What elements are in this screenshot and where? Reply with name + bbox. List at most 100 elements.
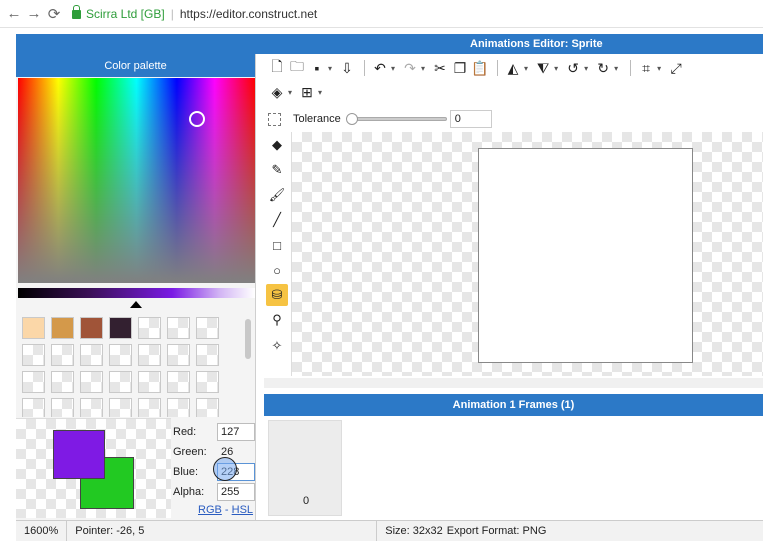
flip-h-dropdown-icon[interactable]: ▾ [524, 64, 528, 73]
empty-swatch[interactable] [167, 398, 190, 417]
empty-swatch[interactable] [138, 398, 161, 417]
empty-swatch[interactable] [138, 317, 161, 339]
import-icon[interactable]: ⇩ [338, 58, 356, 78]
empty-swatch[interactable] [138, 371, 161, 393]
tolerance-slider[interactable] [345, 113, 447, 125]
flip-vertical-icon[interactable]: ⧨ [534, 58, 552, 78]
empty-swatch[interactable] [109, 344, 132, 366]
redo-icon[interactable]: ↷ [401, 58, 419, 78]
palette-swatch[interactable] [51, 317, 74, 339]
crop-dropdown-icon[interactable]: ▾ [657, 64, 661, 73]
empty-swatch[interactable] [196, 371, 219, 393]
secondary-toolbar: ◈ ▾ ⊞ ▾ [264, 80, 384, 104]
pencil-icon[interactable]: ✎ [266, 159, 288, 181]
empty-swatch[interactable] [196, 317, 219, 339]
grid-icon[interactable]: ⊞ [298, 82, 316, 102]
empty-swatch[interactable] [80, 371, 103, 393]
color-spectrum[interactable] [18, 78, 255, 283]
rotate-cw-dropdown-icon[interactable]: ▾ [614, 64, 618, 73]
new-file-icon[interactable]: 🗋 [268, 58, 286, 78]
empty-swatch[interactable] [51, 344, 74, 366]
sprite-canvas[interactable] [478, 148, 693, 363]
color-picker-handle[interactable] [189, 111, 205, 127]
red-input[interactable]: 127 [217, 423, 255, 441]
canvas-area[interactable] [291, 132, 763, 376]
crop-icon[interactable]: ⌗ [637, 58, 655, 78]
empty-swatch[interactable] [196, 398, 219, 417]
export-format: Export Format: PNG [446, 525, 547, 537]
ellipse-icon[interactable]: ○ [266, 259, 288, 281]
copy-icon[interactable]: ❐ [451, 58, 469, 78]
site-identity: Scirra Ltd [GB] [86, 6, 165, 21]
palette-swatch[interactable] [22, 317, 45, 339]
green-label: Green: [173, 446, 207, 458]
open-folder-icon[interactable]: 🗀 [288, 58, 306, 78]
layers-dropdown-icon[interactable]: ▾ [288, 88, 292, 97]
empty-swatch[interactable] [22, 371, 45, 393]
rotate-cw-icon[interactable]: ↻ [594, 58, 612, 78]
flip-v-dropdown-icon[interactable]: ▾ [554, 64, 558, 73]
empty-swatch[interactable] [51, 398, 74, 417]
swatch-scrollbar[interactable] [245, 319, 251, 359]
brush-icon[interactable]: 🖌 [266, 184, 288, 206]
empty-swatch[interactable] [167, 317, 190, 339]
undo-icon[interactable]: ↶ [371, 58, 389, 78]
palette-swatch[interactable] [109, 317, 132, 339]
alpha-input[interactable]: 255 [217, 483, 255, 501]
reload-icon[interactable]: ⟳ [44, 4, 64, 24]
brightness-caret-icon[interactable] [130, 301, 142, 308]
rotate-ccw-dropdown-icon[interactable]: ▾ [584, 64, 588, 73]
canvas-horizontal-scrollbar[interactable] [264, 378, 763, 388]
save-dropdown-icon[interactable]: ▾ [328, 64, 332, 73]
empty-swatch[interactable] [80, 398, 103, 417]
line-icon[interactable]: ╱ [266, 209, 288, 231]
grid-dropdown-icon[interactable]: ▾ [318, 88, 322, 97]
hsl-mode-link[interactable]: HSL [232, 504, 253, 516]
frames-header: Animation 1 Frames (1) [264, 394, 763, 416]
undo-dropdown-icon[interactable]: ▾ [391, 64, 395, 73]
cut-icon[interactable]: ✂ [431, 58, 449, 78]
fill-bucket-icon[interactable]: ⛁ [266, 284, 288, 306]
image-size: Size: 32x32 [385, 525, 443, 537]
empty-swatch[interactable] [80, 344, 103, 366]
save-icon[interactable]: ▪ [308, 58, 326, 78]
empty-swatch[interactable] [196, 344, 219, 366]
empty-swatch[interactable] [22, 398, 45, 417]
mode-separator: - [221, 504, 232, 516]
empty-swatch[interactable] [138, 344, 161, 366]
animation-frame[interactable]: 0 [268, 420, 342, 516]
main-toolbar: 🗋 🗀 ▪ ▾ ⇩ ↶ ▾ ↷ ▾ ✂ ❐ 📋 ◭ ▾ ⧨ ▾ ↺ ▾ ↻ ▾ ⌗ ▾ ⤢ [264, 56, 763, 80]
brightness-strip[interactable] [18, 288, 255, 298]
empty-swatch[interactable] [167, 371, 190, 393]
origin-point-icon[interactable]: ✧ [266, 335, 288, 357]
resize-icon[interactable]: ⤢ [667, 58, 685, 78]
palette-swatch[interactable] [80, 317, 103, 339]
layers-icon[interactable]: ◈ [268, 82, 286, 102]
empty-swatch[interactable] [109, 371, 132, 393]
rotate-ccw-icon[interactable]: ↺ [564, 58, 582, 78]
flip-horizontal-icon[interactable]: ◭ [504, 58, 522, 78]
tolerance-label: Tolerance [293, 113, 341, 125]
color-picker-icon[interactable]: ⚲ [266, 309, 288, 331]
redo-dropdown-icon[interactable]: ▾ [421, 64, 425, 73]
empty-swatch[interactable] [51, 371, 74, 393]
rectangle-select-icon[interactable] [268, 112, 281, 126]
rgb-mode-link[interactable]: RGB [198, 504, 222, 516]
forward-icon[interactable]: → [24, 4, 44, 24]
rectangle-icon[interactable]: □ [266, 234, 288, 256]
eraser-icon[interactable]: ◆ [266, 134, 288, 156]
alpha-row: Alpha: 255 [173, 483, 255, 501]
tolerance-slider-handle[interactable] [345, 113, 358, 125]
back-icon[interactable]: ← [4, 4, 24, 24]
address-bar[interactable]: Scirra Ltd [GB] | https://editor.constru… [72, 5, 317, 21]
paste-icon[interactable]: 📋 [471, 58, 489, 78]
empty-swatch[interactable] [167, 344, 190, 366]
empty-swatch[interactable] [22, 344, 45, 366]
lock-icon [72, 5, 81, 19]
primary-color-swatch[interactable] [53, 430, 105, 479]
url-text[interactable]: https://editor.construct.net [180, 7, 317, 21]
tolerance-input[interactable]: 0 [449, 110, 492, 128]
editor-title: Animations Editor: Sprite [470, 38, 603, 50]
mouse-cursor-indicator [213, 457, 237, 481]
empty-swatch[interactable] [109, 398, 132, 417]
